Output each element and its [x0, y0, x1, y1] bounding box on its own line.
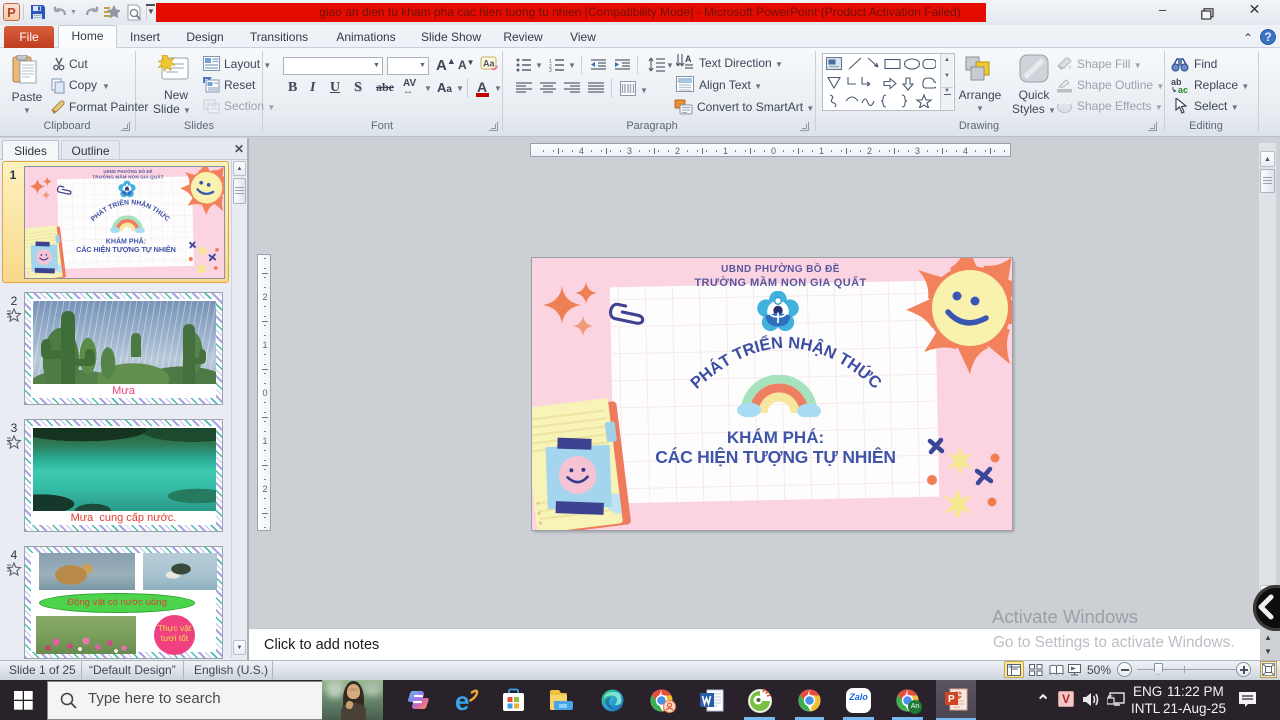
svg-text:e: e — [455, 687, 469, 714]
svg-text:A: A — [685, 54, 692, 64]
svg-text:3: 3 — [549, 68, 552, 72]
svg-text:Aa: Aa — [483, 59, 495, 69]
svg-text:P: P — [948, 694, 955, 705]
svg-text:ac: ac — [1178, 85, 1188, 94]
